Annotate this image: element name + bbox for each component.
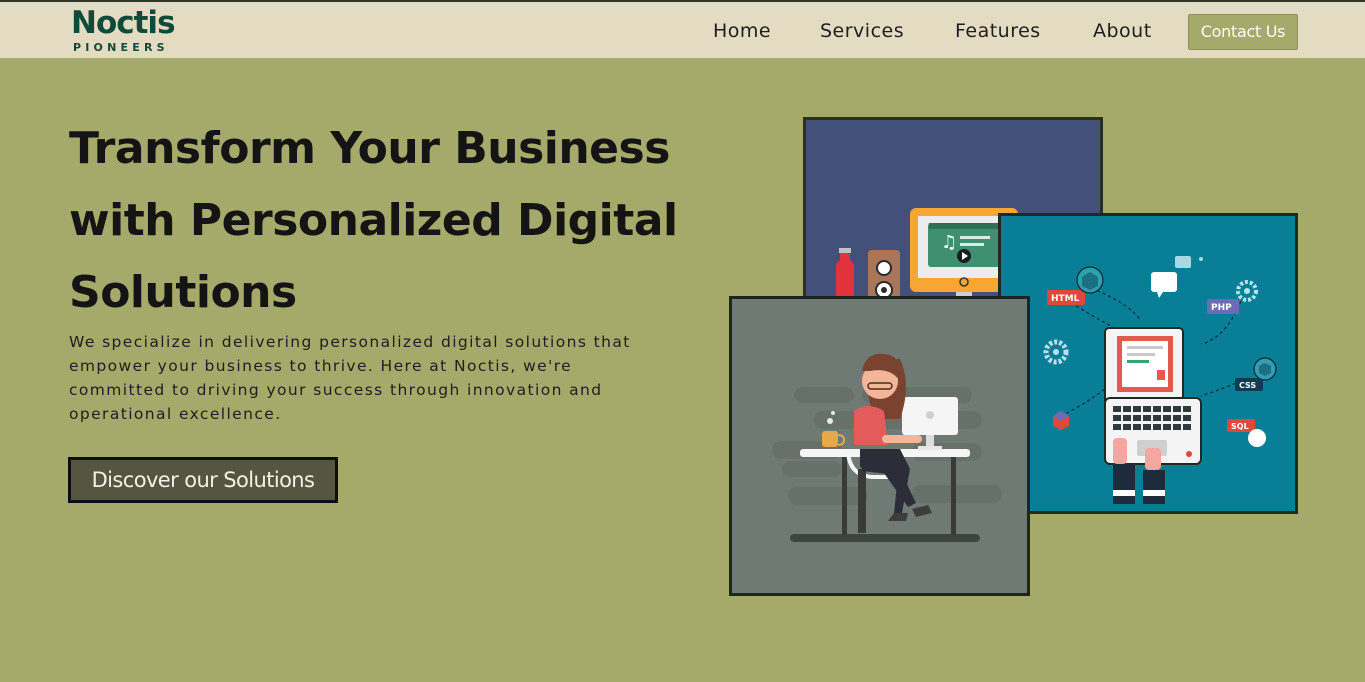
html-tag-label: HTML <box>1051 294 1080 304</box>
hero-title-line-1: Transform Your Business <box>69 123 670 174</box>
discover-solutions-button[interactable]: Discover our Solutions <box>68 457 338 503</box>
logo-wordmark: Noctis <box>71 5 176 41</box>
navbar: Noctis PIONEERS Home Services Features A… <box>0 2 1365 58</box>
workspace-illustration-card <box>729 296 1030 596</box>
css-tag-label: CSS <box>1239 381 1256 390</box>
hero-title-line-3: Solutions <box>69 267 297 318</box>
chat-bubble-icon <box>1151 272 1177 292</box>
hero-description: We specialize in delivering personalized… <box>69 333 631 423</box>
hero-title: Transform Your Business with Personalize… <box>69 113 709 329</box>
hero-title-line-2: with Personalized Digital <box>69 195 678 246</box>
php-tag-label: PHP <box>1211 303 1232 313</box>
sql-tag-label: SQL <box>1231 422 1249 431</box>
nav-services[interactable]: Services <box>820 20 904 42</box>
developer-illustration: HTML PHP CSS SQL <box>1043 256 1277 504</box>
workspace-illustration <box>772 353 1002 542</box>
contact-us-button[interactable]: Contact Us <box>1188 14 1298 50</box>
logo[interactable]: Noctis PIONEERS <box>71 5 181 56</box>
music-note-icon: ♫ <box>941 232 957 253</box>
nav-home[interactable]: Home <box>713 20 771 42</box>
logo-subtitle: PIONEERS <box>73 41 169 54</box>
developer-illustration-card: HTML PHP CSS SQL <box>998 213 1298 514</box>
nav-features[interactable]: Features <box>955 20 1041 42</box>
nav-about[interactable]: About <box>1093 20 1152 42</box>
